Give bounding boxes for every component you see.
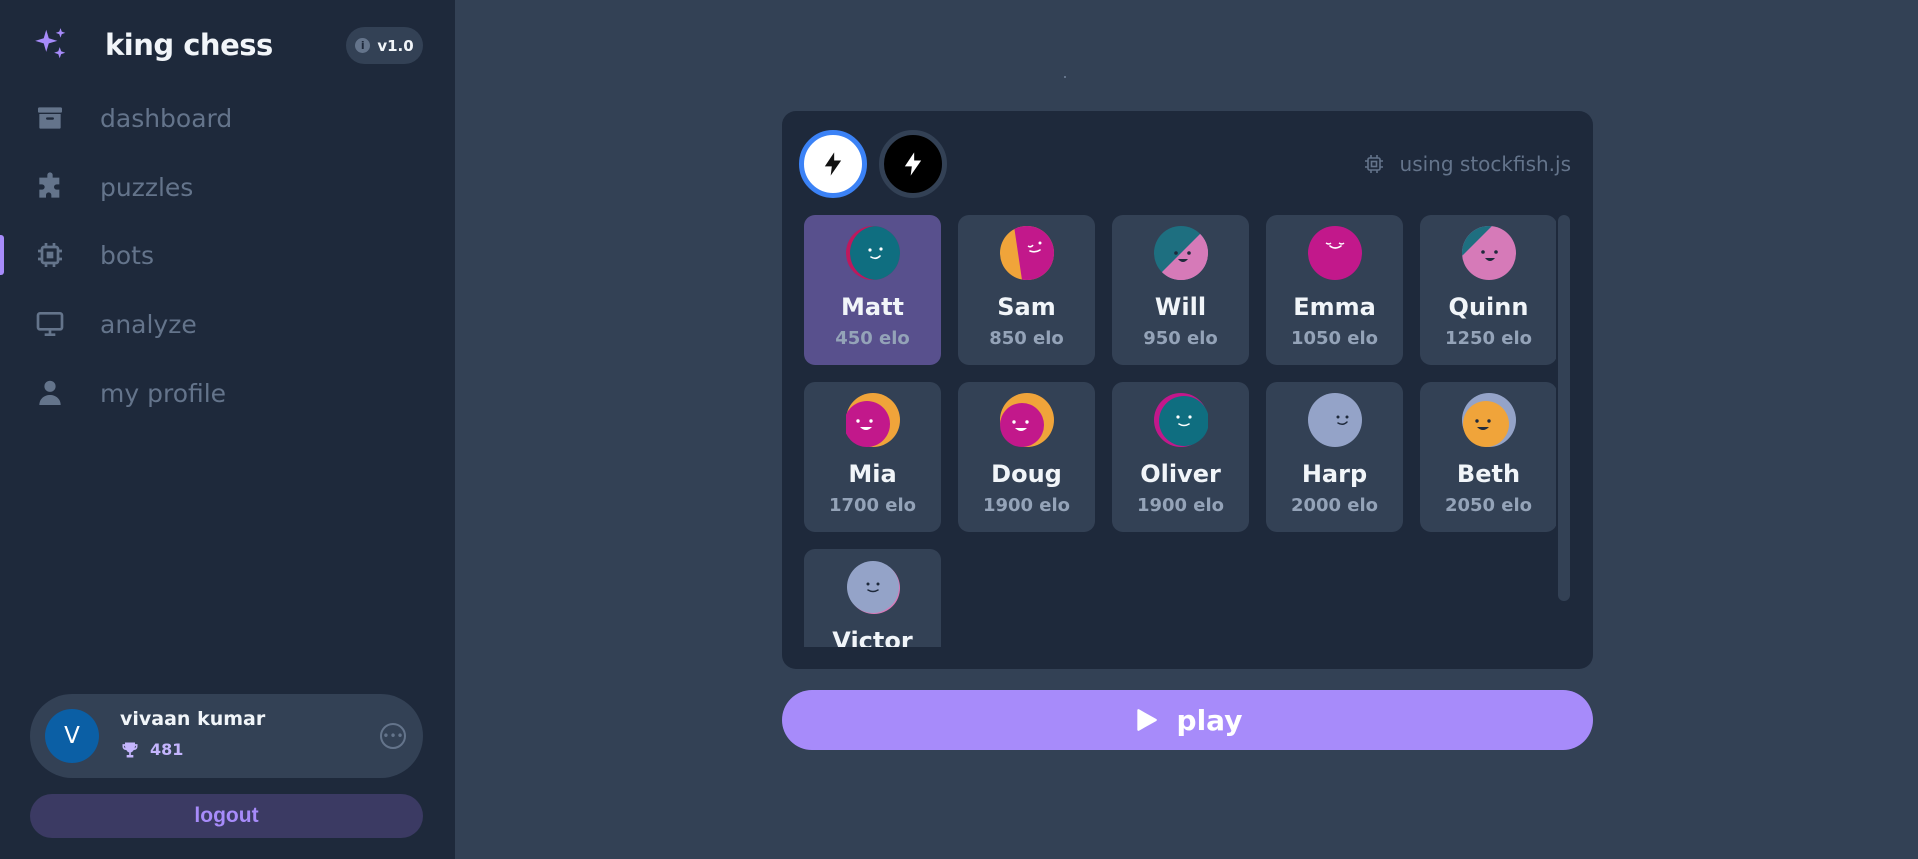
nav-item-bots[interactable]: bots bbox=[34, 235, 414, 275]
bot-card-beth[interactable]: Beth 2050 elo bbox=[1420, 382, 1556, 532]
bot-card-mia[interactable]: Mia 1700 elo bbox=[804, 382, 941, 532]
avatar: V bbox=[45, 709, 99, 763]
play-white-button[interactable] bbox=[799, 130, 867, 198]
more-icon[interactable]: ••• bbox=[380, 723, 406, 749]
bot-avatar-sam bbox=[1000, 226, 1054, 280]
bot-avatar-will bbox=[1154, 226, 1208, 280]
bot-avatar-quinn bbox=[1462, 226, 1516, 280]
bot-avatar-emma bbox=[1308, 226, 1362, 280]
nav-label-puzzles: puzzles bbox=[100, 172, 194, 202]
nav-label-bots: bots bbox=[100, 240, 154, 270]
play-black-button[interactable] bbox=[879, 130, 947, 198]
nav-label-dashboard: dashboard bbox=[100, 103, 233, 133]
sidebar: king chess i v1.0 dashboard puzzles bots bbox=[0, 0, 455, 859]
bot-elo: 2000 elo bbox=[1290, 495, 1379, 516]
bot-avatar-matt bbox=[846, 226, 900, 280]
user-icon bbox=[39, 380, 61, 405]
archive-icon bbox=[38, 107, 62, 129]
chip-icon bbox=[1364, 155, 1383, 173]
play-icon bbox=[1136, 709, 1157, 731]
brand[interactable]: king chess bbox=[32, 25, 273, 63]
bot-card-doug[interactable]: Doug 1900 elo bbox=[958, 382, 1095, 532]
engine-info: using stockfish.js bbox=[1362, 152, 1571, 176]
bot-list-scrollbar[interactable] bbox=[1558, 215, 1570, 601]
nav-item-puzzles[interactable]: puzzles bbox=[34, 167, 414, 207]
bot-avatar-victor bbox=[847, 561, 900, 614]
bot-name: Will bbox=[1154, 293, 1207, 321]
bot-name: Matt bbox=[840, 293, 905, 321]
bot-elo: 450 elo bbox=[835, 328, 910, 349]
nav-item-dashboard[interactable]: dashboard bbox=[34, 98, 414, 138]
user-rating: 481 bbox=[150, 740, 184, 759]
bot-name: Beth bbox=[1456, 460, 1521, 488]
stray-dot bbox=[1064, 76, 1066, 78]
trophy-icon bbox=[122, 742, 138, 758]
puzzle-icon bbox=[39, 172, 60, 198]
bot-name: Mia bbox=[848, 460, 897, 488]
bot-elo: 1700 elo bbox=[828, 495, 917, 516]
bot-card-quinn[interactable]: Quinn 1250 elo bbox=[1420, 215, 1556, 365]
bot-avatar-mia bbox=[846, 393, 900, 447]
bot-card-oliver[interactable]: Oliver 1900 elo bbox=[1112, 382, 1249, 532]
play-button[interactable]: play bbox=[782, 690, 1593, 750]
bot-avatar-oliver bbox=[1154, 393, 1208, 447]
version-label: v1.0 bbox=[377, 36, 414, 55]
version-badge[interactable]: i v1.0 bbox=[346, 27, 423, 64]
engine-label: using stockfish.js bbox=[1399, 152, 1571, 176]
bot-name: Harp bbox=[1301, 460, 1368, 488]
bot-name: Victor bbox=[832, 627, 913, 647]
app-name: king chess bbox=[105, 28, 273, 62]
bot-card-sam[interactable]: Sam 850 elo bbox=[958, 215, 1095, 365]
bot-card-emma[interactable]: Emma 1050 elo bbox=[1266, 215, 1403, 365]
nav-item-my-profile[interactable]: my profile bbox=[34, 373, 414, 413]
nav-label-analyze: analyze bbox=[100, 309, 197, 339]
bot-name: Oliver bbox=[1140, 460, 1221, 488]
info-icon: i bbox=[355, 38, 371, 53]
monitor-icon bbox=[36, 312, 64, 336]
bot-card-will[interactable]: Will 950 elo bbox=[1112, 215, 1249, 365]
bot-name: Quinn bbox=[1448, 293, 1529, 321]
bot-card-harp[interactable]: Harp 2000 elo bbox=[1266, 382, 1403, 532]
sparkles-icon bbox=[35, 28, 66, 59]
chip-icon bbox=[38, 243, 62, 267]
active-indicator bbox=[0, 235, 4, 275]
bot-panel: using stockfish.js Matt 450 elo Sam 850 … bbox=[782, 111, 1593, 669]
bot-elo: 1900 elo bbox=[1136, 495, 1225, 516]
bot-card-matt[interactable]: Matt 450 elo bbox=[804, 215, 941, 365]
lightning-icon bbox=[904, 152, 922, 176]
bot-avatar-beth bbox=[1462, 393, 1516, 447]
bot-grid: Matt 450 elo Sam 850 elo Will 950 elo Em… bbox=[804, 215, 1556, 647]
bot-elo: 850 elo bbox=[989, 328, 1064, 349]
user-name: vivaan kumar bbox=[120, 708, 266, 730]
bot-card-victor[interactable]: Victor bbox=[804, 549, 941, 647]
bot-elo: 1250 elo bbox=[1444, 328, 1533, 349]
logout-button[interactable]: logout bbox=[30, 794, 423, 838]
bot-elo: 950 elo bbox=[1143, 328, 1218, 349]
bot-avatar-doug bbox=[1000, 393, 1054, 447]
bot-list[interactable]: Matt 450 elo Sam 850 elo Will 950 elo Em… bbox=[804, 215, 1556, 647]
bot-name: Emma bbox=[1293, 293, 1376, 321]
bot-name: Doug bbox=[991, 460, 1062, 488]
bot-elo: 2050 elo bbox=[1444, 495, 1533, 516]
bot-elo: 1050 elo bbox=[1290, 328, 1379, 349]
bot-name: Sam bbox=[997, 293, 1056, 321]
user-card[interactable]: V vivaan kumar 481 ••• bbox=[30, 694, 423, 778]
nav-item-analyze[interactable]: analyze bbox=[34, 304, 414, 344]
play-label: play bbox=[1176, 703, 1243, 737]
lightning-icon bbox=[824, 152, 842, 176]
bot-avatar-harp bbox=[1308, 393, 1362, 447]
bot-elo: 1900 elo bbox=[982, 495, 1071, 516]
nav-label-my-profile: my profile bbox=[100, 378, 227, 408]
